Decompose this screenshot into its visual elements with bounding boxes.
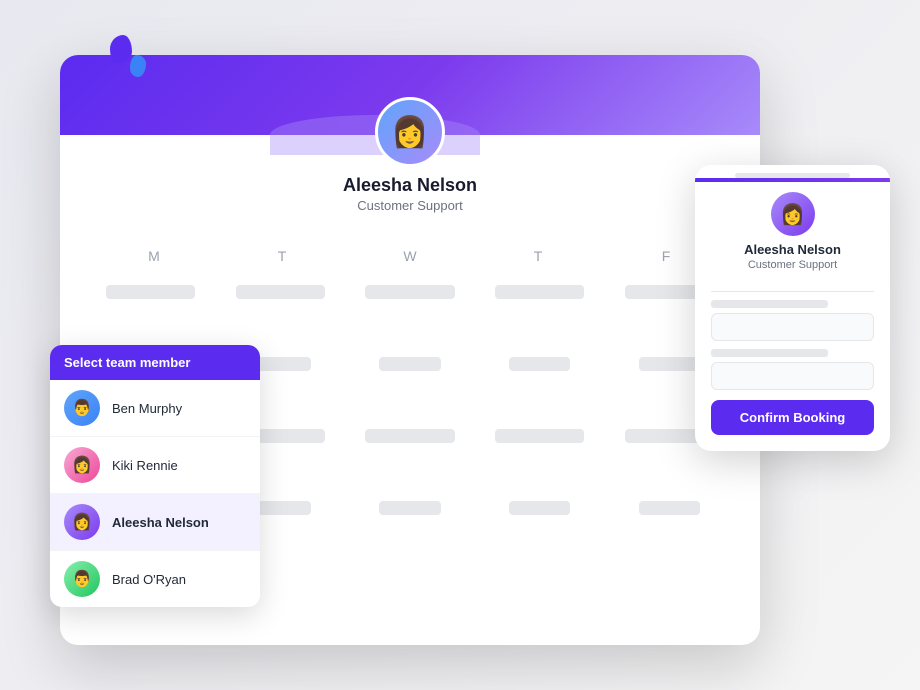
member-name-ben: Ben Murphy <box>112 401 182 416</box>
avatar-emoji-brad: 👨 <box>72 569 92 589</box>
member-name-aleesha: Aleesha Nelson <box>112 515 209 530</box>
cal-cell[interactable] <box>349 280 471 344</box>
day-W: W <box>346 240 474 272</box>
cal-cell[interactable] <box>220 280 342 344</box>
main-profile-role: Customer Support <box>357 198 463 213</box>
cal-cell[interactable] <box>479 280 601 344</box>
member-avatar-brad: 👨 <box>64 561 100 597</box>
day-M: M <box>90 240 218 272</box>
cal-cell[interactable] <box>349 352 471 416</box>
cal-cell[interactable] <box>608 496 730 560</box>
team-member-kiki[interactable]: 👩 Kiki Rennie <box>50 437 260 494</box>
member-name-brad: Brad O'Ryan <box>112 572 186 587</box>
time-slot[interactable] <box>379 501 440 515</box>
time-slot[interactable] <box>639 357 700 371</box>
time-slot[interactable] <box>495 429 584 443</box>
mobile-input-1[interactable] <box>711 313 874 341</box>
main-avatar-emoji: 👩 <box>391 115 428 150</box>
cal-cell[interactable] <box>479 352 601 416</box>
team-member-aleesha[interactable]: 👩 Aleesha Nelson <box>50 494 260 551</box>
avatar-emoji-aleesha: 👩 <box>72 512 92 532</box>
main-avatar: 👩 <box>375 97 445 167</box>
member-avatar-kiki: 👩 <box>64 447 100 483</box>
time-slot[interactable] <box>106 285 195 299</box>
member-name-kiki: Kiki Rennie <box>112 458 178 473</box>
avatar-emoji-ben: 👨 <box>72 398 92 418</box>
time-slot[interactable] <box>379 357 440 371</box>
time-slot[interactable] <box>509 357 570 371</box>
mobile-avatar-emoji: 👩 <box>780 202 805 227</box>
mobile-header: 👩 Aleesha Nelson Customer Support <box>695 182 890 283</box>
main-profile: 👩 Aleesha Nelson Customer Support <box>343 97 477 213</box>
team-member-ben[interactable]: 👨 Ben Murphy <box>50 380 260 437</box>
cal-cell[interactable] <box>479 424 601 488</box>
time-slot[interactable] <box>495 285 584 299</box>
member-avatar-aleesha: 👩 <box>64 504 100 540</box>
cal-cell[interactable] <box>90 280 212 344</box>
cal-cell[interactable] <box>479 496 601 560</box>
time-slot[interactable] <box>365 285 454 299</box>
team-member-dropdown: Select team member 👨 Ben Murphy 👩 Kiki R… <box>50 345 260 607</box>
mobile-field-label-1 <box>711 300 828 308</box>
day-T2: T <box>474 240 602 272</box>
main-profile-name: Aleesha Nelson <box>343 175 477 196</box>
confirm-booking-button[interactable]: Confirm Booking <box>711 400 874 435</box>
time-slot[interactable] <box>639 501 700 515</box>
mobile-booking-card: 👩 Aleesha Nelson Customer Support Confir… <box>695 165 890 451</box>
mobile-profile-name: Aleesha Nelson <box>744 242 841 257</box>
calendar-days-header: M T W T F <box>90 240 730 272</box>
cal-cell[interactable] <box>349 424 471 488</box>
time-slot[interactable] <box>236 285 325 299</box>
time-slot[interactable] <box>365 429 454 443</box>
mobile-avatar: 👩 <box>771 192 815 236</box>
day-T1: T <box>218 240 346 272</box>
member-avatar-ben: 👨 <box>64 390 100 426</box>
time-slot[interactable] <box>509 501 570 515</box>
scene: 👩 Aleesha Nelson Customer Support M T W … <box>30 25 890 665</box>
mobile-divider <box>711 291 874 292</box>
cal-cell[interactable] <box>349 496 471 560</box>
mobile-field-label-2 <box>711 349 828 357</box>
team-member-brad[interactable]: 👨 Brad O'Ryan <box>50 551 260 607</box>
avatar-emoji-kiki: 👩 <box>72 455 92 475</box>
mobile-input-2[interactable] <box>711 362 874 390</box>
dropdown-header: Select team member <box>50 345 260 380</box>
mobile-profile-role: Customer Support <box>748 259 837 271</box>
